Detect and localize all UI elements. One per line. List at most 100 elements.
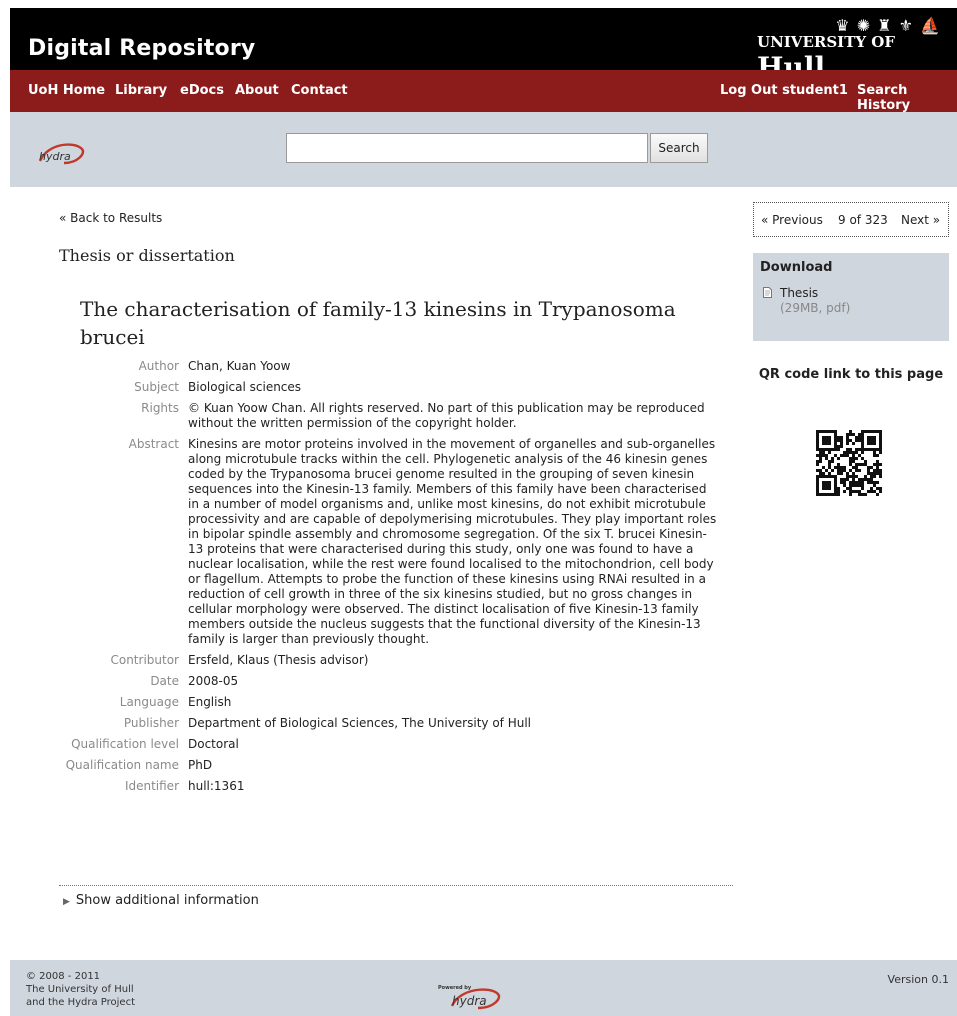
show-additional-info-toggle[interactable]: ▶ Show additional information: [63, 893, 259, 908]
qr-module: [855, 490, 858, 493]
qr-module: [837, 457, 840, 460]
nav-link-library[interactable]: Library: [115, 83, 167, 98]
qr-module: [831, 430, 834, 433]
back-to-results-link[interactable]: « Back to Results: [59, 211, 162, 225]
qr-module: [852, 457, 855, 460]
qr-module: [822, 430, 825, 433]
qr-module: [831, 457, 834, 460]
qr-module: [870, 472, 873, 475]
nav-link-search-history[interactable]: Search History: [857, 83, 957, 113]
qr-code-icon: [816, 430, 882, 496]
metadata-row: Subject Biological sciences: [10, 380, 730, 395]
pdf-file-icon[interactable]: [763, 287, 772, 298]
qr-module: [852, 451, 855, 454]
qr-module: [846, 475, 849, 478]
qr-module: [834, 436, 837, 439]
qr-module: [873, 454, 876, 457]
qr-module: [858, 484, 861, 487]
qr-module: [822, 475, 825, 478]
qr-module: [879, 445, 882, 448]
qr-module: [861, 439, 864, 442]
qr-module: [840, 472, 843, 475]
powered-by-text: Powered by: [438, 985, 472, 991]
qr-module: [876, 448, 879, 451]
hydra-logo-icon[interactable]: hydra: [34, 139, 90, 167]
qr-module: [852, 454, 855, 457]
qr-module: [846, 436, 849, 439]
qr-module: [822, 448, 825, 451]
qr-module: [870, 448, 873, 451]
qr-module: [828, 442, 831, 445]
qr-module: [822, 487, 825, 490]
qr-module: [870, 436, 873, 439]
qr-module: [825, 436, 828, 439]
qr-module: [825, 454, 828, 457]
qr-module: [870, 439, 873, 442]
search-input[interactable]: [286, 133, 648, 163]
next-link[interactable]: Next »: [901, 213, 940, 227]
qr-module: [867, 439, 870, 442]
metadata-label: Rights: [141, 401, 179, 415]
site-title[interactable]: Digital Repository: [28, 36, 255, 61]
qr-module: [852, 475, 855, 478]
qr-module: [828, 463, 831, 466]
nav-link-logout[interactable]: Log Out student1: [720, 83, 848, 98]
qr-module: [849, 487, 852, 490]
qr-module: [834, 442, 837, 445]
qr-module: [816, 445, 819, 448]
powered-hydra-text: hydra: [452, 994, 487, 1008]
qr-module: [831, 493, 834, 496]
qr-module: [870, 475, 873, 478]
qr-module: [816, 478, 819, 481]
hydra-logo-text: hydra: [39, 150, 71, 163]
qr-module: [876, 487, 879, 490]
qr-module: [828, 481, 831, 484]
nav-link-about[interactable]: About: [235, 83, 279, 98]
qr-module: [879, 463, 882, 466]
download-file-info: (29MB, pdf): [780, 301, 851, 315]
download-thesis-link[interactable]: Thesis: [780, 286, 818, 300]
qr-module: [879, 442, 882, 445]
nav-link-uoh-home[interactable]: UoH Home: [28, 83, 105, 98]
qr-module: [861, 457, 864, 460]
qr-module: [879, 490, 882, 493]
qr-module: [855, 475, 858, 478]
result-count: 9 of 323: [838, 213, 888, 227]
university-of-hull-logo[interactable]: ♛ ✺ ♜ ⚜ ⛵ UNIVERSITY OF Hull: [757, 14, 957, 84]
qr-code-heading: QR code link to this page: [758, 367, 944, 382]
metadata-label: Qualification level: [71, 737, 179, 751]
main-content: « Back to Results Thesis or dissertation…: [10, 187, 957, 960]
qr-module: [816, 463, 819, 466]
qr-module: [867, 490, 870, 493]
qr-module: [837, 463, 840, 466]
metadata-value: English: [188, 695, 232, 709]
metadata-row: Contributor Ersfeld, Klaus (Thesis adviso…: [10, 653, 730, 668]
qr-module: [855, 439, 858, 442]
powered-by-hydra-logo[interactable]: Powered by hydra: [434, 980, 510, 1012]
qr-module: [852, 466, 855, 469]
qr-module: [861, 487, 864, 490]
qr-module: [837, 469, 840, 472]
copyright-line: © 2008 - 2011: [26, 971, 101, 982]
previous-link[interactable]: « Previous: [761, 213, 823, 227]
qr-module: [825, 469, 828, 472]
qr-module: [837, 436, 840, 439]
qr-module: [855, 457, 858, 460]
qr-module: [870, 487, 873, 490]
qr-module: [840, 445, 843, 448]
qr-module: [873, 484, 876, 487]
search-button[interactable]: Search: [650, 133, 708, 163]
qr-module: [840, 478, 843, 481]
qr-module: [816, 493, 819, 496]
qr-module: [834, 493, 837, 496]
qr-module: [840, 442, 843, 445]
qr-module: [825, 487, 828, 490]
qr-module: [822, 466, 825, 469]
qr-module: [840, 454, 843, 457]
qr-module: [831, 448, 834, 451]
nav-link-contact[interactable]: Contact: [291, 83, 348, 98]
qr-module: [834, 478, 837, 481]
qr-module: [876, 472, 879, 475]
search-band: hydra Search: [10, 112, 957, 187]
nav-link-edocs[interactable]: eDocs: [180, 83, 224, 98]
